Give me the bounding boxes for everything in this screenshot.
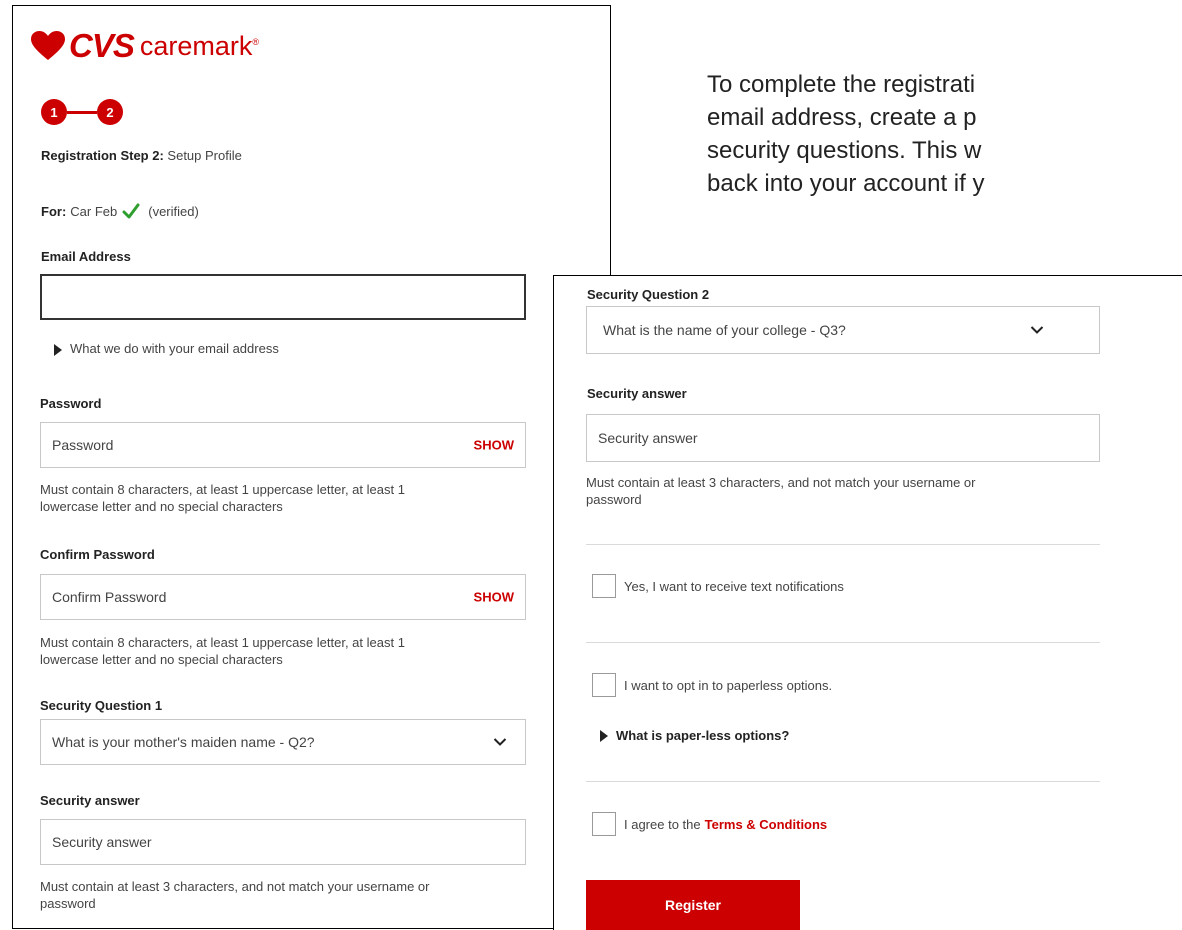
security-question-1-value: What is your mother's maiden name - Q2? xyxy=(52,734,315,750)
terms-prefix: I agree to the xyxy=(624,816,701,832)
brand-suffix: caremark® xyxy=(139,30,260,61)
password-input[interactable]: Password SHOW xyxy=(40,422,526,468)
text-notifications-option: Yes, I want to receive text notification… xyxy=(592,574,844,598)
text-notifications-checkbox[interactable] xyxy=(592,574,616,598)
confirm-password-label: Confirm Password xyxy=(40,547,155,562)
security-question-2-label: Security Question 2 xyxy=(587,287,710,302)
security-answer-1-placeholder: Security answer xyxy=(52,834,152,850)
step-title: Registration Step 2: Setup Profile xyxy=(41,148,242,163)
intro-text: To complete the registrati email address… xyxy=(707,71,985,197)
security-answer-1-hint: Must contain at least 3 characters, and … xyxy=(40,879,430,911)
password-hint: Must contain 8 characters, at least 1 up… xyxy=(40,482,405,514)
chevron-down-icon xyxy=(1030,326,1044,334)
email-input[interactable] xyxy=(40,274,526,320)
paperless-option: I want to opt in to paperless options. xyxy=(592,673,832,697)
terms-link[interactable]: Terms & Conditions xyxy=(705,817,828,832)
paperless-info-toggle[interactable]: What is paper-less options? xyxy=(600,727,789,745)
security-question-1-label: Security Question 1 xyxy=(40,698,163,713)
email-label: Email Address xyxy=(41,249,131,264)
checkmark-icon xyxy=(122,203,140,219)
step-indicator: 1 2 xyxy=(41,99,123,125)
confirm-password-show-toggle[interactable]: SHOW xyxy=(474,590,514,605)
email-info-toggle[interactable]: What we do with your email address xyxy=(54,341,279,356)
terms-option: I agree to the Terms & Conditions xyxy=(592,812,827,836)
confirm-password-placeholder: Confirm Password xyxy=(52,589,167,605)
password-placeholder: Password xyxy=(52,437,114,453)
security-answer-2-hint: Must contain at least 3 characters, and … xyxy=(586,475,976,507)
step-1-dot: 1 xyxy=(41,99,67,125)
caret-right-icon xyxy=(600,729,608,742)
paperless-checkbox[interactable] xyxy=(592,673,616,697)
step-2-dot: 2 xyxy=(97,99,123,125)
chevron-down-icon xyxy=(493,738,507,746)
for-line: For: Car Feb (verified) xyxy=(41,203,199,219)
security-answer-1-label: Security answer xyxy=(40,793,140,808)
security-question-2-value: What is the name of your college - Q3? xyxy=(603,322,846,338)
paperless-label: I want to opt in to paperless options. xyxy=(624,677,833,693)
terms-checkbox[interactable] xyxy=(592,812,616,836)
password-label: Password xyxy=(40,396,102,411)
password-show-toggle[interactable]: SHOW xyxy=(474,438,514,453)
member-name: Car Feb xyxy=(70,203,118,219)
divider xyxy=(586,642,1100,643)
step-connector xyxy=(67,110,97,114)
confirm-password-input[interactable]: Confirm Password SHOW xyxy=(40,574,526,620)
security-answer-2-label: Security answer xyxy=(587,386,687,401)
divider xyxy=(586,544,1100,545)
security-answer-1-input[interactable]: Security answer xyxy=(40,819,526,865)
caret-right-icon xyxy=(54,343,62,356)
confirm-password-hint: Must contain 8 characters, at least 1 up… xyxy=(40,635,405,667)
security-answer-2-input[interactable]: Security answer xyxy=(586,414,1100,462)
heart-logo-icon xyxy=(31,31,65,60)
verified-status: (verified) xyxy=(148,203,199,219)
register-button[interactable]: Register xyxy=(586,880,800,930)
brand-name: CVS xyxy=(69,27,135,64)
security-answer-2-placeholder: Security answer xyxy=(598,430,698,446)
security-question-2-select[interactable]: What is the name of your college - Q3? xyxy=(586,306,1100,354)
security-question-1-select[interactable]: What is your mother's maiden name - Q2? xyxy=(40,719,526,765)
divider xyxy=(586,781,1100,782)
text-notifications-label: Yes, I want to receive text notification… xyxy=(624,578,844,594)
cvs-caremark-logo: CVS caremark® xyxy=(31,27,260,64)
